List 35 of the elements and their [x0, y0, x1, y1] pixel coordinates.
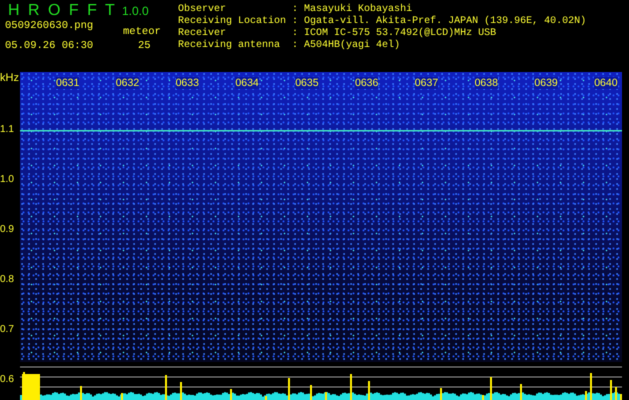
- info-separator: :: [292, 16, 298, 27]
- meteor-count: 25: [138, 40, 151, 52]
- info-value: Ogata-vill. Akita-Pref. JAPAN (139.96E, 40.02N): [304, 16, 586, 27]
- frequency-label: 0.8: [0, 274, 14, 285]
- info-separator: :: [292, 4, 298, 15]
- time-label: 0638: [474, 77, 498, 89]
- info-label: Receiver: [178, 28, 228, 39]
- info-value: Masayuki Kobayashi: [304, 4, 414, 15]
- frequency-label: 0.6: [0, 374, 14, 385]
- app-version: 1.0.0: [122, 4, 149, 18]
- info-separator: :: [292, 40, 298, 51]
- info-value: ICOM IC-575 53.7492(@LCD)MHz USB: [304, 28, 498, 39]
- time-label: 0632: [116, 77, 140, 89]
- info-value: A504HB(yagi 4el): [304, 40, 402, 51]
- time-label: 0637: [414, 77, 438, 89]
- frequency-label: 1.0: [0, 174, 14, 185]
- axis-unit: kHz: [0, 72, 19, 84]
- date-time: 05.09.26 06:30: [5, 40, 94, 52]
- time-label: 0631: [56, 77, 80, 89]
- time-label: 0635: [295, 77, 319, 89]
- time-label: 0633: [176, 77, 199, 89]
- info-label: Receiving antenna: [178, 40, 282, 51]
- file-name: 0509260630.png: [5, 20, 94, 32]
- time-label: 0636: [355, 77, 378, 89]
- info-separator: :: [292, 28, 298, 39]
- time-label: 0639: [534, 77, 558, 89]
- meteor-label: meteor: [123, 26, 161, 38]
- time-label: 0634: [235, 77, 259, 89]
- app-title: H R O F F T: [8, 2, 115, 20]
- info-label: Observer: [178, 4, 228, 15]
- frequency-label: 0.9: [0, 224, 14, 235]
- info-label: Receiving Location: [178, 16, 286, 27]
- frequency-label: 1.1: [0, 124, 14, 135]
- time-label: 0640: [594, 77, 618, 89]
- frequency-label: 0.7: [0, 324, 14, 335]
